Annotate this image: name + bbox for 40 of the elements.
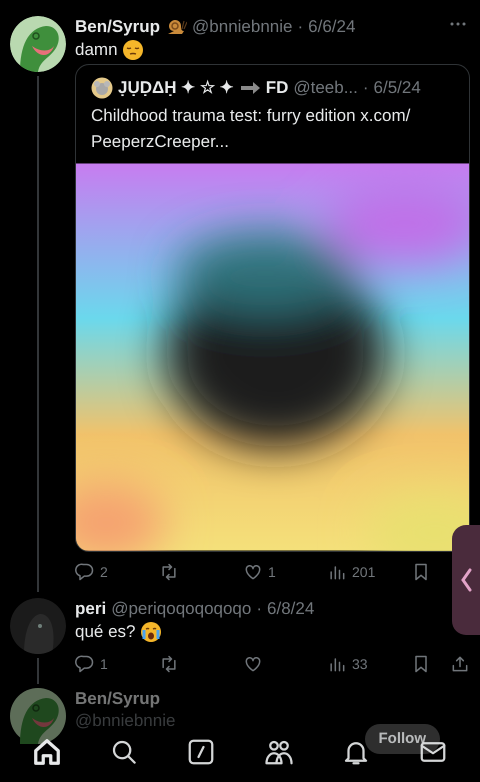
follow-button[interactable]: Follow: [364, 724, 440, 754]
author-name: peri: [75, 598, 106, 620]
reply-button[interactable]: 2: [75, 562, 159, 582]
emoji-icon: [140, 621, 162, 643]
post-text: qué es?: [75, 621, 136, 643]
share-icon: [450, 654, 470, 674]
avatar: [10, 598, 66, 654]
avatar: [91, 77, 113, 99]
post-date: 6/8/24: [267, 598, 314, 620]
reply-icon: [75, 654, 95, 674]
user-handle: @bnniebnnie: [192, 16, 292, 38]
share-button[interactable]: [450, 654, 470, 674]
heart-icon: [243, 654, 263, 674]
user-handle: @periqoqoqoqoqo: [111, 598, 252, 620]
home-icon: [32, 737, 62, 767]
user-handle: @teeb...: [293, 77, 358, 99]
avatar: [10, 688, 66, 744]
separator-dot: ·: [362, 77, 369, 99]
author-name: Ben/Syrup: [75, 688, 162, 710]
post-date: 6/6/24: [308, 16, 356, 38]
author-name: J̣ỤḌΔḤ ✦ ☆ ✦: [118, 77, 234, 99]
compose-icon: [186, 737, 216, 767]
author-name: Ben/Syrup: [75, 16, 160, 38]
side-panel-handle[interactable]: [452, 525, 480, 635]
like-button[interactable]: 1: [243, 562, 327, 582]
post-text: damn: [75, 39, 118, 61]
post-date: 6/5/24: [374, 77, 421, 99]
reply-button[interactable]: 1: [75, 654, 159, 674]
author-name: FD: [266, 77, 288, 99]
more-icon: [450, 22, 466, 26]
views-button[interactable]: 33: [327, 654, 411, 674]
separator-dot: ·: [297, 16, 304, 38]
avatar: [10, 16, 66, 72]
emoji-icon: [122, 39, 144, 61]
heart-icon: [243, 562, 263, 582]
separator-dot: ·: [256, 598, 262, 620]
views-button[interactable]: 201: [327, 562, 411, 582]
reply-icon: [75, 562, 95, 582]
user-handle: @bnniebnnie: [75, 710, 176, 732]
post-text: Childhood trauma test: furry edition x.com/ PeeperzCreeper...: [91, 105, 412, 153]
